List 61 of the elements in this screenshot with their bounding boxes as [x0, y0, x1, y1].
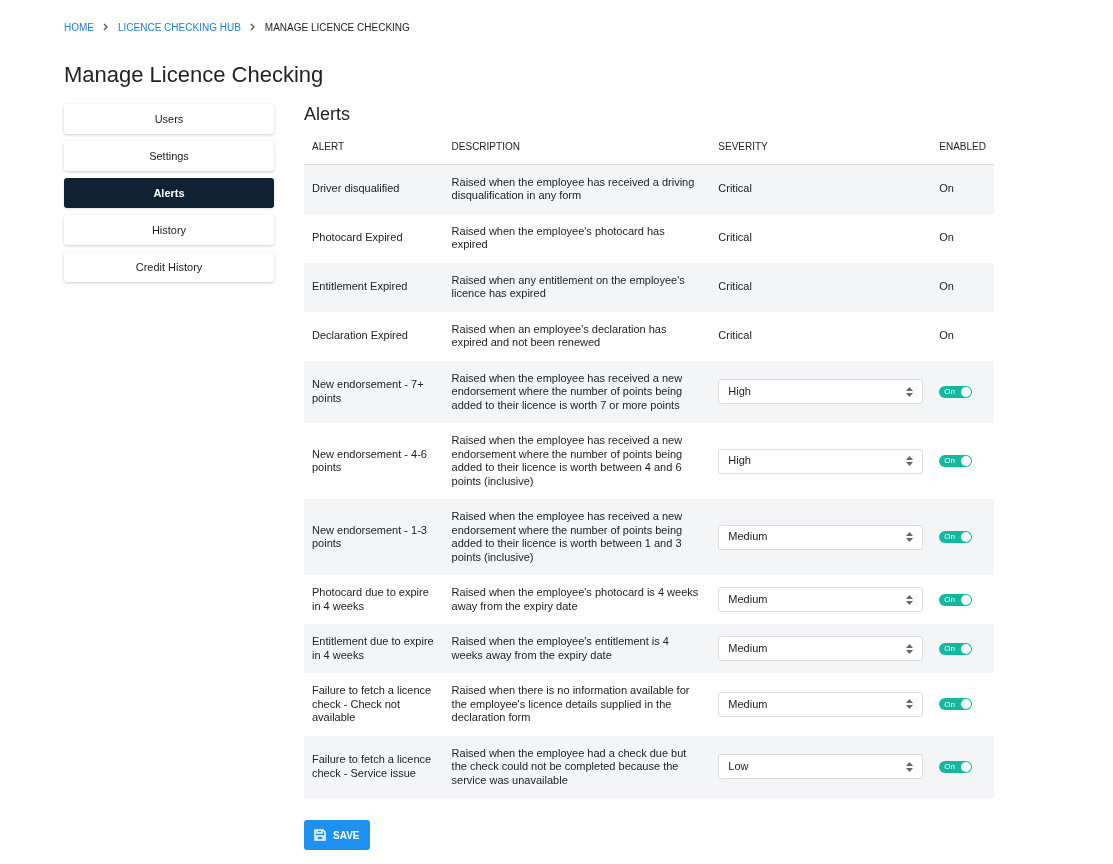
- sidebar-item[interactable]: History: [64, 215, 274, 245]
- alert-name-cell: New endorsement - 1-3 points: [304, 499, 444, 575]
- description-cell: Raised when the employee had a check due but the check could not be completed because the service was unavailable: [443, 735, 711, 798]
- sidebar-item[interactable]: Settings: [64, 141, 274, 171]
- description-cell: Raised when the employee's photocard has expired: [443, 213, 711, 263]
- enabled-cell: On: [931, 164, 994, 214]
- description-cell: Raised when the employee has received a new endorsement where the number of points being added to their licence is worth between 4 and 6 points (inclusive): [443, 423, 711, 499]
- alert-name-cell: Declaration Expired: [304, 311, 444, 361]
- severity-select[interactable]: High: [718, 448, 924, 474]
- sort-arrows-icon: [906, 643, 914, 654]
- severity-cell: Critical: [710, 213, 932, 263]
- sort-arrows-icon: [906, 699, 914, 710]
- description-cell: Raised when the employee's entitlement is 4 weeks away from the expiry date: [443, 624, 711, 673]
- severity-select[interactable]: Medium: [718, 636, 924, 661]
- alert-name-cell: Photocard due to expire in 4 weeks: [304, 575, 444, 624]
- alert-name-cell: Failure to fetch a licence check - Check not available: [304, 673, 444, 736]
- description-cell: Raised when the employee has received a driving disqualification in any form: [443, 164, 711, 214]
- severity-select[interactable]: Medium: [718, 691, 924, 717]
- alert-name-cell: Photocard Expired: [304, 213, 444, 263]
- sidebar-item[interactable]: Alerts: [64, 178, 274, 208]
- sidebar-item[interactable]: Credit History: [64, 252, 274, 282]
- description-cell: Raised when any entitlement on the employee's licence has expired: [443, 262, 711, 312]
- description-cell: Raised when an employee's declaration has expired and not been renewed: [443, 311, 711, 361]
- severity-cell: Critical: [710, 164, 932, 214]
- description-cell: Raised when the employee has received a new endorsement where the number of points being added to their licence is worth 7 or more points: [443, 360, 711, 423]
- severity-select[interactable]: Low: [718, 754, 924, 780]
- chevron-icon: [103, 23, 109, 31]
- alert-name-cell: Entitlement due to expire in 4 weeks: [304, 624, 444, 673]
- save-icon: [314, 829, 326, 841]
- sort-arrows-icon: [906, 456, 914, 466]
- page-title: Manage Licence Checking: [64, 61, 325, 89]
- column-header: DESCRIPTION: [443, 138, 711, 164]
- sort-arrows-icon: [906, 532, 914, 542]
- enabled-cell: On: [931, 213, 994, 263]
- severity-select[interactable]: Medium: [718, 524, 924, 550]
- breadcrumb-link[interactable]: HOME: [64, 19, 94, 35]
- alert-name-cell: Failure to fetch a licence check - Service issue: [304, 735, 444, 798]
- column-header: ENABLED: [931, 138, 994, 164]
- severity-select[interactable]: Medium: [718, 587, 924, 612]
- sort-arrows-icon: [906, 594, 914, 605]
- column-header: ALERT: [304, 138, 444, 164]
- severity-select[interactable]: High: [718, 379, 924, 405]
- sort-arrows-icon: [906, 386, 914, 397]
- alert-name-cell: Entitlement Expired: [304, 262, 444, 312]
- description-cell: Raised when the employee's photocard is 4 weeks away from the expiry date: [443, 575, 711, 624]
- severity-cell: Critical: [710, 311, 932, 361]
- alert-name-cell: New endorsement - 4-6 points: [304, 423, 444, 499]
- breadcrumb-link[interactable]: LICENCE CHECKING HUB: [118, 19, 241, 35]
- column-header: SEVERITY: [710, 138, 932, 164]
- sidebar-item[interactable]: Users: [64, 104, 274, 134]
- alert-name-cell: Driver disqualified: [304, 164, 444, 214]
- enabled-cell: On: [931, 262, 994, 312]
- description-cell: Raised when the employee has received a new endorsement where the number of points being added to their licence is worth between 1 and 3 points (inclusive): [443, 499, 711, 575]
- sort-arrows-icon: [906, 761, 914, 772]
- chevron-icon: [249, 23, 256, 31]
- alert-name-cell: New endorsement - 7+ points: [304, 360, 444, 423]
- breadcrumb-current: MANAGE LICENCE CHECKING: [264, 20, 410, 35]
- section-title: Alerts: [304, 103, 351, 126]
- enabled-cell: On: [931, 311, 994, 361]
- severity-cell: Critical: [710, 262, 932, 312]
- description-cell: Raised when there is no information available for the employee's licence details supplied in the declaration form: [443, 673, 711, 736]
